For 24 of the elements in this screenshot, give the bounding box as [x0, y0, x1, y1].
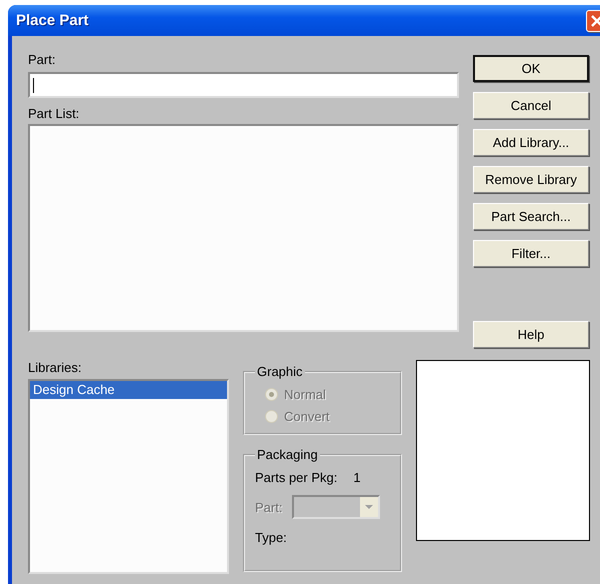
part-label: Part:: [255, 500, 282, 514]
part-input-field[interactable]: [28, 72, 459, 98]
dialog-button[interactable]: Filter...: [473, 240, 589, 267]
dialog-button[interactable]: OK: [473, 55, 589, 82]
dialog-button[interactable]: Remove Library: [473, 166, 589, 193]
group-title: Packaging: [256, 447, 319, 462]
dropdown-arrow-icon: [365, 505, 374, 509]
parts-per-pkg-value: 1: [353, 470, 361, 484]
part-label: Part:: [28, 52, 56, 68]
library-item[interactable]: Design Cache: [30, 381, 227, 399]
libraries-label: Libraries:: [28, 360, 82, 376]
radio-label: Convert: [284, 408, 330, 424]
radio-label: Normal: [284, 386, 326, 402]
close-icon: [591, 14, 600, 26]
dialog-button[interactable]: Help: [473, 321, 589, 348]
group-title: Graphic: [256, 364, 304, 379]
type-label: Type:: [255, 530, 287, 544]
part-list-label: Part List:: [28, 106, 80, 122]
dialog-button[interactable]: Add Library...: [473, 129, 589, 156]
window-title: Place Part: [16, 12, 89, 29]
parts-per-pkg-label: Parts per Pkg:: [255, 470, 338, 484]
dialog-button[interactable]: Cancel: [473, 92, 589, 119]
part-dropdown[interactable]: [292, 495, 380, 519]
dialog-button[interactable]: Part Search...: [473, 203, 589, 230]
